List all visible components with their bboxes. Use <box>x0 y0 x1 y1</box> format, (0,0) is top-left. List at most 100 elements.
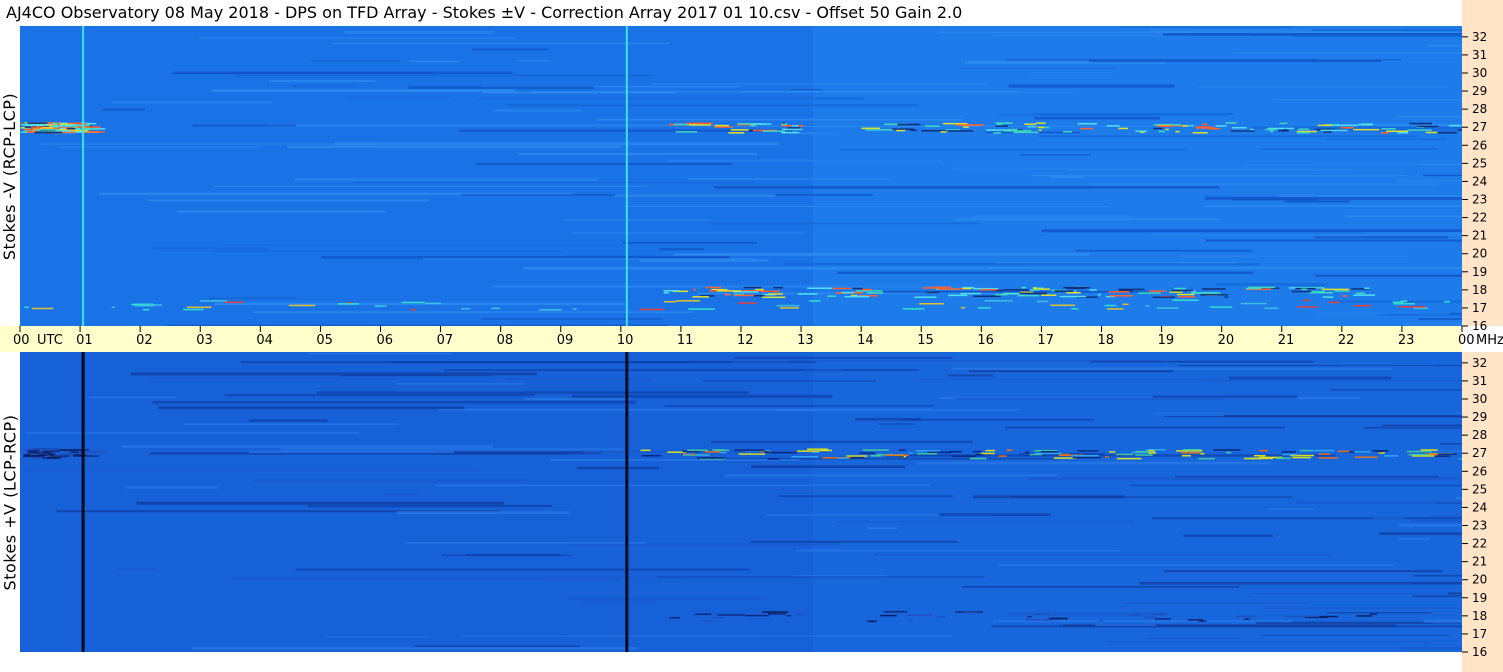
spectrogram-feature-mark <box>401 301 425 304</box>
spectrogram-streak <box>666 159 943 162</box>
spectrogram-streak <box>1233 51 1462 54</box>
spectrogram-streak <box>216 244 617 246</box>
spectrogram-feature-mark <box>1224 296 1229 298</box>
spectrogram-feature-mark <box>797 450 820 452</box>
spectrogram-vertical-line <box>625 26 628 326</box>
spectrogram-feature-mark <box>866 292 873 294</box>
spectrogram-feature-mark <box>1122 303 1129 306</box>
spectrogram-streak <box>326 636 432 638</box>
spectrogram-feature-mark <box>1181 452 1201 454</box>
spectrogram-feature-mark <box>52 125 71 127</box>
spectrogram-streak <box>562 219 711 221</box>
spectrogram-streak <box>998 564 1395 567</box>
spectrogram-feature-mark <box>1013 131 1039 134</box>
spectrogram-feature-mark <box>1118 127 1128 130</box>
spectrogram-feature-mark <box>1104 304 1117 307</box>
spectrogram-streak <box>1121 26 1294 28</box>
spectrogram-feature-mark <box>1321 288 1349 291</box>
spectrogram-streak <box>568 597 766 600</box>
spectrogram-feature-mark <box>30 123 45 126</box>
spectrogram-feature-mark <box>1322 296 1334 298</box>
spectrogram-feature-mark <box>751 123 772 125</box>
spectrogram-streak <box>1090 360 1314 363</box>
spectrogram-feature-mark <box>1195 127 1216 129</box>
spectrogram-feature-mark <box>1143 616 1157 619</box>
spectrogram-feature-mark <box>539 309 562 311</box>
spectrogram-feature-mark <box>1353 128 1380 131</box>
spectrogram-streak <box>702 380 876 382</box>
spectrogram-feature-mark <box>69 122 82 124</box>
spectrogram-feature-mark <box>931 286 952 289</box>
spectrogram-streak <box>1329 389 1462 391</box>
spectrogram-feature-mark <box>936 616 946 618</box>
spectrogram-feature-mark <box>56 130 71 132</box>
spectrogram-feature-mark <box>728 132 745 134</box>
spectrogram-feature-mark <box>1063 131 1073 133</box>
utc-tick-label: 23 <box>1398 333 1415 348</box>
spectrogram-bottom-plot <box>20 352 1462 652</box>
spectrogram-feature-mark <box>1213 449 1241 451</box>
spectrogram-feature-mark <box>1071 455 1099 457</box>
spectrogram-streak <box>518 152 758 156</box>
spectrogram-feature-mark <box>1201 288 1226 290</box>
spectrogram-streak <box>1378 532 1462 536</box>
utc-tick-label: 02 <box>136 333 153 348</box>
spectrogram-streak <box>136 501 505 505</box>
spectrogram-feature-mark <box>809 300 821 302</box>
spectrogram-streak <box>664 405 935 407</box>
utc-tick-label: 12 <box>737 333 754 348</box>
spectrogram-feature-mark <box>686 453 691 456</box>
spectrogram-feature-mark <box>491 307 501 310</box>
spectrogram-feature-mark <box>77 126 101 128</box>
spectrogram-feature-mark <box>744 614 770 617</box>
freq-axis-bottom: 16 17 18 19 20 21 22 23 24 25 26 27 28 29 30 31 32 <box>1462 352 1503 672</box>
spectrogram-streak <box>287 145 621 148</box>
spectrogram-streak <box>866 527 898 530</box>
spectrogram-feature-mark <box>837 457 849 459</box>
bottom-panel-label-text: Stokes +V (LCP-RCP) <box>0 414 20 590</box>
utc-tick-label: 19 <box>1158 333 1175 348</box>
spectrogram-streak <box>294 178 598 181</box>
spectrogram-streak <box>121 445 493 448</box>
spectrogram-feature-mark <box>701 620 713 622</box>
spectrogram-feature-mark <box>914 296 937 298</box>
freq-tick-label: 31 <box>1472 48 1487 62</box>
spectrogram-feature-mark <box>186 306 212 309</box>
spectrogram-feature-mark <box>1420 449 1438 451</box>
spectrogram-streak <box>784 263 1259 266</box>
spectrogram-feature-mark <box>675 131 698 133</box>
spectrogram-feature-mark <box>1079 127 1094 130</box>
spectrogram-streak <box>1418 163 1462 166</box>
spectrogram-feature-mark <box>1356 292 1365 295</box>
spectrogram-streak <box>208 296 298 300</box>
spectrogram-streak <box>1398 537 1431 540</box>
spectrogram-feature-mark <box>724 294 731 296</box>
spectrogram-streak <box>1325 138 1446 140</box>
spectrogram-feature-mark <box>891 128 914 130</box>
freq-tick-label: 24 <box>1472 500 1487 514</box>
spectrogram-streak <box>1412 595 1462 598</box>
utc-tick-label: 11 <box>677 333 694 348</box>
spectrogram-feature-mark <box>1322 616 1327 618</box>
spectrogram-streak <box>352 181 755 184</box>
spectrogram-streak <box>1010 496 1293 498</box>
spectrogram-streak <box>213 185 648 187</box>
spectrogram-feature-mark <box>1177 293 1195 296</box>
spectrogram-streak <box>1317 312 1387 316</box>
spectrogram-feature-mark <box>1178 296 1196 298</box>
spectrogram-feature-mark <box>1077 450 1099 452</box>
spectrogram-feature-mark <box>1194 292 1221 294</box>
spectrogram-streak <box>571 394 833 398</box>
spectrogram-feature-mark <box>1037 300 1049 303</box>
spectrogram-feature-mark <box>1017 294 1040 297</box>
spectrogram-feature-mark <box>984 300 1013 302</box>
spectrogram-feature-mark <box>753 295 766 297</box>
spectrogram-streak <box>523 397 631 400</box>
spectrogram-feature-mark <box>1245 287 1262 290</box>
spectrogram-streak <box>118 568 158 570</box>
spectrogram-feature-mark <box>899 456 904 458</box>
spectrogram-feature-mark <box>962 611 978 614</box>
spectrogram-feature-mark <box>865 129 893 131</box>
spectrogram-feature-mark <box>1444 300 1450 303</box>
spectrogram-feature-mark <box>1181 455 1191 457</box>
